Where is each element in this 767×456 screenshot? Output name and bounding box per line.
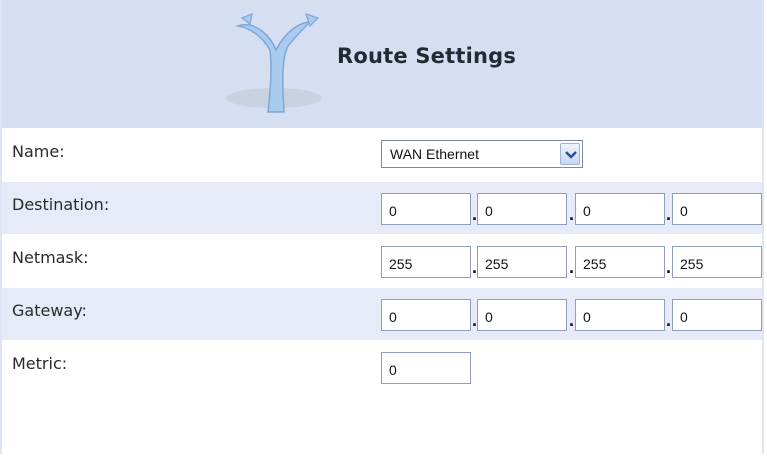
name-label: Name:: [12, 142, 65, 161]
panel-header: Route Settings: [2, 0, 762, 128]
metric-row: Metric: 0: [2, 340, 762, 454]
chevron-down-icon: [565, 151, 577, 159]
netmask-label: Netmask:: [12, 248, 89, 267]
destination-octet-4[interactable]: 0: [672, 193, 762, 225]
netmask-octet-3[interactable]: 255: [575, 246, 665, 278]
dropdown-button[interactable]: [560, 143, 580, 165]
netmask-octet-4[interactable]: 255: [672, 246, 762, 278]
name-row: Name: WAN Ethernet: [2, 128, 762, 181]
destination-octet-1[interactable]: 0: [381, 193, 471, 225]
name-select-value: WAN Ethernet: [390, 146, 479, 162]
ip-separator: .: [569, 310, 575, 330]
destination-row: Destination: 0 . 0 . 0 . 0: [2, 181, 762, 234]
destination-octet-2[interactable]: 0: [477, 193, 567, 225]
name-select[interactable]: WAN Ethernet: [381, 140, 583, 168]
ip-separator: .: [569, 257, 575, 277]
ip-separator: .: [666, 257, 672, 277]
page-title: Route Settings: [337, 44, 517, 68]
metric-label: Metric:: [12, 354, 68, 373]
ip-separator: .: [666, 204, 672, 224]
gateway-row: Gateway: 0 . 0 . 0 . 0: [2, 287, 762, 340]
destination-octet-3[interactable]: 0: [575, 193, 665, 225]
gateway-octet-2[interactable]: 0: [477, 299, 567, 331]
gateway-octet-3[interactable]: 0: [575, 299, 665, 331]
netmask-octet-2[interactable]: 255: [477, 246, 567, 278]
ip-separator: .: [666, 310, 672, 330]
destination-label: Destination:: [12, 195, 110, 214]
gateway-label: Gateway:: [12, 301, 87, 320]
route-settings-panel: Route Settings Name: WAN Ethernet Destin…: [0, 0, 764, 454]
gateway-octet-1[interactable]: 0: [381, 299, 471, 331]
metric-input[interactable]: 0: [381, 352, 471, 384]
netmask-row: Netmask: 255 . 255 . 255 . 255: [2, 234, 762, 287]
netmask-octet-1[interactable]: 255: [381, 246, 471, 278]
gateway-octet-4[interactable]: 0: [672, 299, 762, 331]
route-logo-icon: [226, 13, 322, 113]
ip-separator: .: [569, 204, 575, 224]
